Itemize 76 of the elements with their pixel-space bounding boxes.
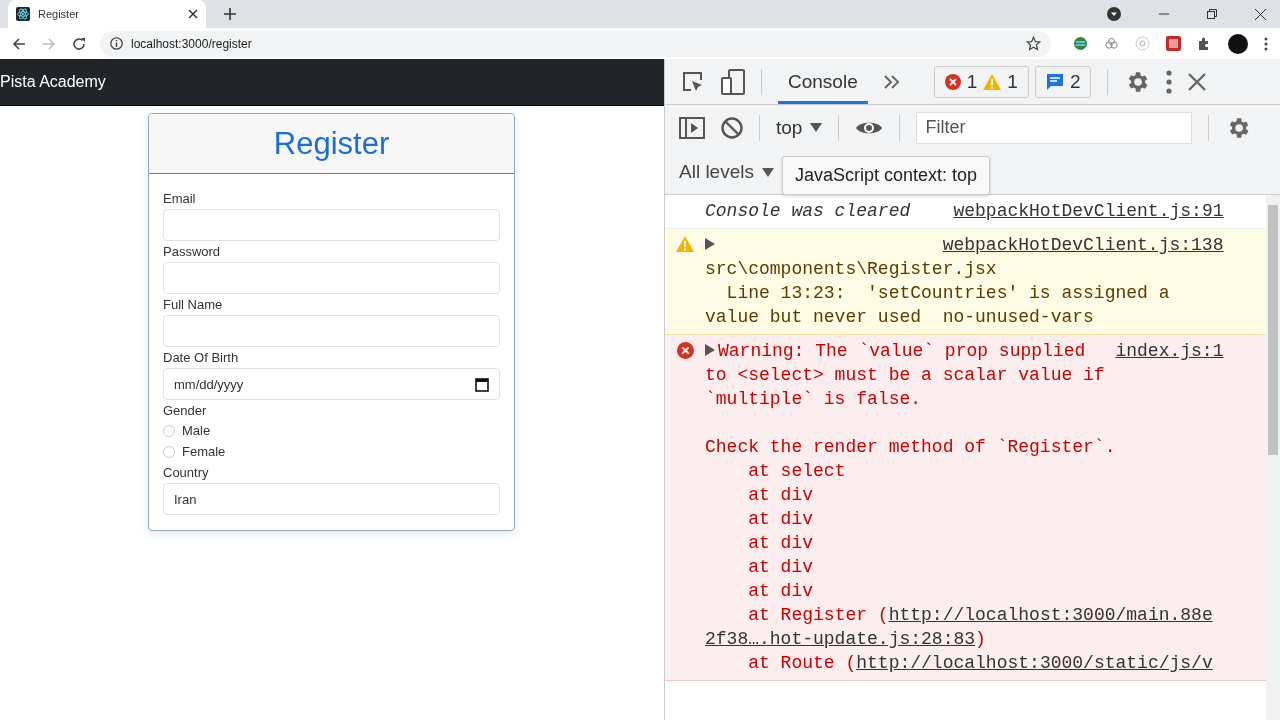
stack-link[interactable]: http://localhost:3000/static/js/v [856,653,1213,673]
field-label: Full Name [163,297,223,313]
warning-icon [676,236,694,252]
date-field[interactable]: mm/dd/yyyy [163,368,500,400]
close-icon[interactable] [188,9,198,19]
source-link[interactable]: index.js:1 [1115,339,1224,363]
message-text: Console was cleared [705,201,911,221]
plus-icon[interactable] [224,8,236,20]
error-icon [676,342,694,359]
stack-link[interactable]: http://localhost:3000/main.88e [888,605,1213,625]
stack-text: ) [975,629,986,649]
restore-icon[interactable] [1207,9,1217,19]
radio-label[interactable]: Male [182,423,211,438]
stack-text: at Route ( [747,653,857,673]
tooltip: JavaScript context: top [782,155,991,195]
avatar-icon[interactable] [1228,33,1248,54]
stack-text: at select [747,461,846,481]
scrollbar[interactable] [1266,195,1280,720]
message-text: src\components\Register.jsx Line 13:23: 'setCountries' is assigned a value but never used no-unused-vars [705,258,1171,329]
stack-text: at div [747,509,814,529]
field-label: Country [163,465,209,481]
extension-badge-icon[interactable] [1166,36,1181,51]
field-label: Password [163,244,221,260]
device-icon[interactable] [721,68,745,95]
messages-counter[interactable]: 2 [1034,65,1092,98]
stack-text: at div [747,581,814,601]
reload-icon[interactable] [72,36,86,51]
chevrons-icon[interactable] [883,74,900,89]
inspect-icon[interactable] [681,69,705,94]
stack-text: at div [747,557,814,577]
filter-field[interactable]: Filter [916,111,1193,144]
clear-icon[interactable] [721,116,743,139]
stack-text: at div [747,485,814,505]
field-label: Email [163,191,196,207]
caret-icon [762,167,774,177]
stack-text: at Register ( [747,605,889,625]
atom-icon [16,7,30,21]
address-field[interactable]: localhost:3000/register [100,30,1051,57]
source-link[interactable]: webpackHotDevClient.js:91 [953,199,1224,223]
cloud-icon[interactable] [1104,36,1119,51]
globe-icon[interactable] [1073,36,1088,51]
tab-title: Register [38,8,80,20]
expand-icon[interactable] [705,344,715,356]
dropdown-icon[interactable] [1107,7,1121,21]
sidebar-toggle-icon[interactable] [679,116,705,139]
levels-dropdown[interactable]: All levels [679,161,774,183]
message-icon [1045,72,1064,91]
message-text: Warning: The `value` prop supplied [718,341,1086,361]
card-title: Register [273,125,390,162]
input-field[interactable] [163,209,500,241]
caret-icon [810,123,823,132]
browser-tab[interactable]: Register [8,0,206,28]
stack-link[interactable]: 2f38….hot-update.js:28:83 [705,629,976,649]
date-placeholder: mm/dd/yyyy [174,376,244,392]
brand-link[interactable]: Pista Academy [0,73,106,91]
menu-icon[interactable] [1264,36,1268,51]
source-link[interactable]: webpackHotDevClient.js:138 [942,233,1224,257]
message-text: to <select> must be a scalar value if `multiple` is false. Check the render method of `Register`. [705,364,1117,459]
field-label: Gender [163,403,207,419]
issues-counter[interactable]: 1 1 [933,65,1029,98]
error-icon [944,73,961,90]
input-field[interactable]: Iran [163,483,500,515]
calendar-icon[interactable] [475,376,489,392]
info-icon [110,37,123,50]
input-field[interactable] [163,262,500,294]
input-field[interactable] [163,315,500,347]
radio-label[interactable]: Female [182,444,226,459]
more-options-icon[interactable] [1166,69,1173,94]
context-select[interactable]: top [776,116,823,139]
stack-text: at div [747,533,814,553]
field-label: Date Of Birth [163,350,239,366]
back-icon[interactable] [12,36,26,51]
warning-icon [983,73,1002,90]
expand-icon[interactable] [705,238,715,250]
close-icon[interactable] [1255,8,1266,20]
star-icon[interactable] [1026,36,1041,51]
